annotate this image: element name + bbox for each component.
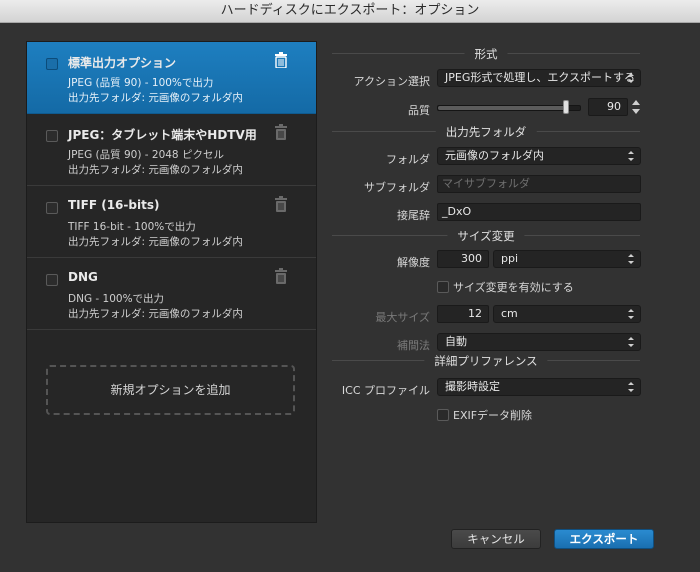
trash-icon[interactable] [274, 268, 288, 284]
add-preset-button[interactable]: 新規オプションを追加 [46, 365, 295, 415]
section-format: 形式 [332, 46, 640, 62]
section-output: 出力先フォルダ [332, 124, 640, 140]
resolution-unit-value: ppi [501, 252, 519, 265]
select-arrows-icon [628, 151, 634, 161]
trash-icon[interactable] [274, 124, 288, 140]
preset-format-line: TIFF 16-bit - 100%で出力 [68, 221, 196, 233]
max-size-unit-select[interactable]: cm [493, 305, 641, 323]
preset-checkbox[interactable] [46, 130, 58, 142]
preset-item-jpeg-tablet[interactable]: JPEG：タブレット端末やHDTV用 JPEG (品質 90) - 2048 ピ… [27, 114, 316, 186]
icc-label: ICC プロファイル [341, 384, 430, 397]
options-panel: 形式 アクション選択 JPEG形式で処理し、エクスポートする 品質 90 出力先… [316, 41, 656, 521]
enable-resize-label: サイズ変更を有効にする [453, 281, 574, 294]
interp-select[interactable]: 自動 [437, 333, 641, 351]
section-title: サイズ変更 [447, 228, 525, 244]
resolution-input[interactable]: 300 [437, 250, 489, 268]
preset-item-dng[interactable]: DNG DNG - 100%で出力 出力先フォルダ: 元画像のフォルダ内 [27, 258, 316, 330]
quality-input[interactable]: 90 [588, 98, 628, 116]
quality-slider-fill [438, 106, 566, 110]
folder-select[interactable]: 元画像のフォルダ内 [437, 147, 641, 165]
action-select[interactable]: JPEG形式で処理し、エクスポートする [437, 69, 641, 87]
preset-title: DNG [68, 270, 98, 284]
enable-resize-checkbox[interactable] [437, 281, 449, 293]
preset-list: 標準出力オプション JPEG (品質 90) - 100%で出力 出力先フォルダ… [26, 41, 317, 523]
preset-format-line: JPEG (品質 90) - 2048 ピクセル [68, 149, 224, 161]
section-resize: サイズ変更 [332, 228, 640, 244]
section-advanced: 詳細プリファレンス [332, 353, 640, 369]
folder-value: 元画像のフォルダ内 [445, 149, 544, 162]
select-arrows-icon [628, 337, 634, 347]
window-title: ハードディスクにエクスポート：オプション [0, 0, 700, 23]
icc-select[interactable]: 撮影時設定 [437, 378, 641, 396]
preset-checkbox[interactable] [46, 58, 58, 70]
preset-folder-line: 出力先フォルダ: 元画像のフォルダ内 [68, 308, 243, 320]
dialog-body: 標準出力オプション JPEG (品質 90) - 100%で出力 出力先フォルダ… [0, 23, 700, 572]
max-size-unit-value: cm [501, 307, 518, 320]
suffix-input[interactable]: _DxO [437, 203, 641, 221]
section-title: 形式 [464, 46, 508, 62]
quality-slider-knob[interactable] [562, 100, 569, 114]
subfolder-input[interactable]: マイサブフォルダ [437, 175, 641, 193]
select-arrows-icon [628, 382, 634, 392]
section-title: 詳細プリファレンス [424, 353, 548, 369]
preset-checkbox[interactable] [46, 274, 58, 286]
resolution-unit-select[interactable]: ppi [493, 250, 641, 268]
trash-icon[interactable] [274, 52, 288, 68]
preset-folder-line: 出力先フォルダ: 元画像のフォルダ内 [68, 92, 243, 104]
folder-label: フォルダ [386, 153, 430, 166]
max-size-label: 最大サイズ [375, 311, 430, 324]
action-value: JPEG形式で処理し、エクスポートする [445, 71, 636, 84]
interp-value: 自動 [445, 335, 467, 348]
preset-item-standard[interactable]: 標準出力オプション JPEG (品質 90) - 100%で出力 出力先フォルダ… [27, 42, 316, 114]
preset-item-tiff[interactable]: TIFF (16-bits) TIFF 16-bit - 100%で出力 出力先… [27, 186, 316, 258]
cancel-button[interactable]: キャンセル [451, 529, 541, 549]
exif-remove-checkbox[interactable] [437, 409, 449, 421]
quality-stepper-icon[interactable] [632, 99, 640, 115]
preset-folder-line: 出力先フォルダ: 元画像のフォルダ内 [68, 164, 243, 176]
suffix-label: 接尾辞 [397, 209, 430, 222]
export-button[interactable]: エクスポート [554, 529, 654, 549]
action-label: アクション選択 [353, 75, 430, 88]
exif-remove-label: EXIFデータ削除 [453, 409, 533, 422]
interp-label: 補間法 [397, 339, 430, 352]
section-title: 出力先フォルダ [435, 124, 537, 140]
max-size-input[interactable]: 12 [437, 305, 489, 323]
icc-value: 撮影時設定 [445, 380, 500, 393]
preset-title: 標準出力オプション [68, 56, 177, 70]
preset-folder-line: 出力先フォルダ: 元画像のフォルダ内 [68, 236, 243, 248]
quality-label: 品質 [408, 104, 430, 117]
quality-slider[interactable] [437, 100, 581, 114]
preset-format-line: JPEG (品質 90) - 100%で出力 [68, 77, 214, 89]
preset-checkbox[interactable] [46, 202, 58, 214]
select-arrows-icon [628, 254, 634, 264]
trash-icon[interactable] [274, 196, 288, 212]
preset-title: JPEG：タブレット端末やHDTV用 [68, 128, 257, 142]
preset-format-line: DNG - 100%で出力 [68, 293, 165, 305]
resolution-label: 解像度 [397, 256, 430, 269]
select-arrows-icon [628, 73, 634, 83]
select-arrows-icon [628, 309, 634, 319]
subfolder-label: サブフォルダ [364, 181, 430, 194]
preset-title: TIFF (16-bits) [68, 198, 160, 212]
